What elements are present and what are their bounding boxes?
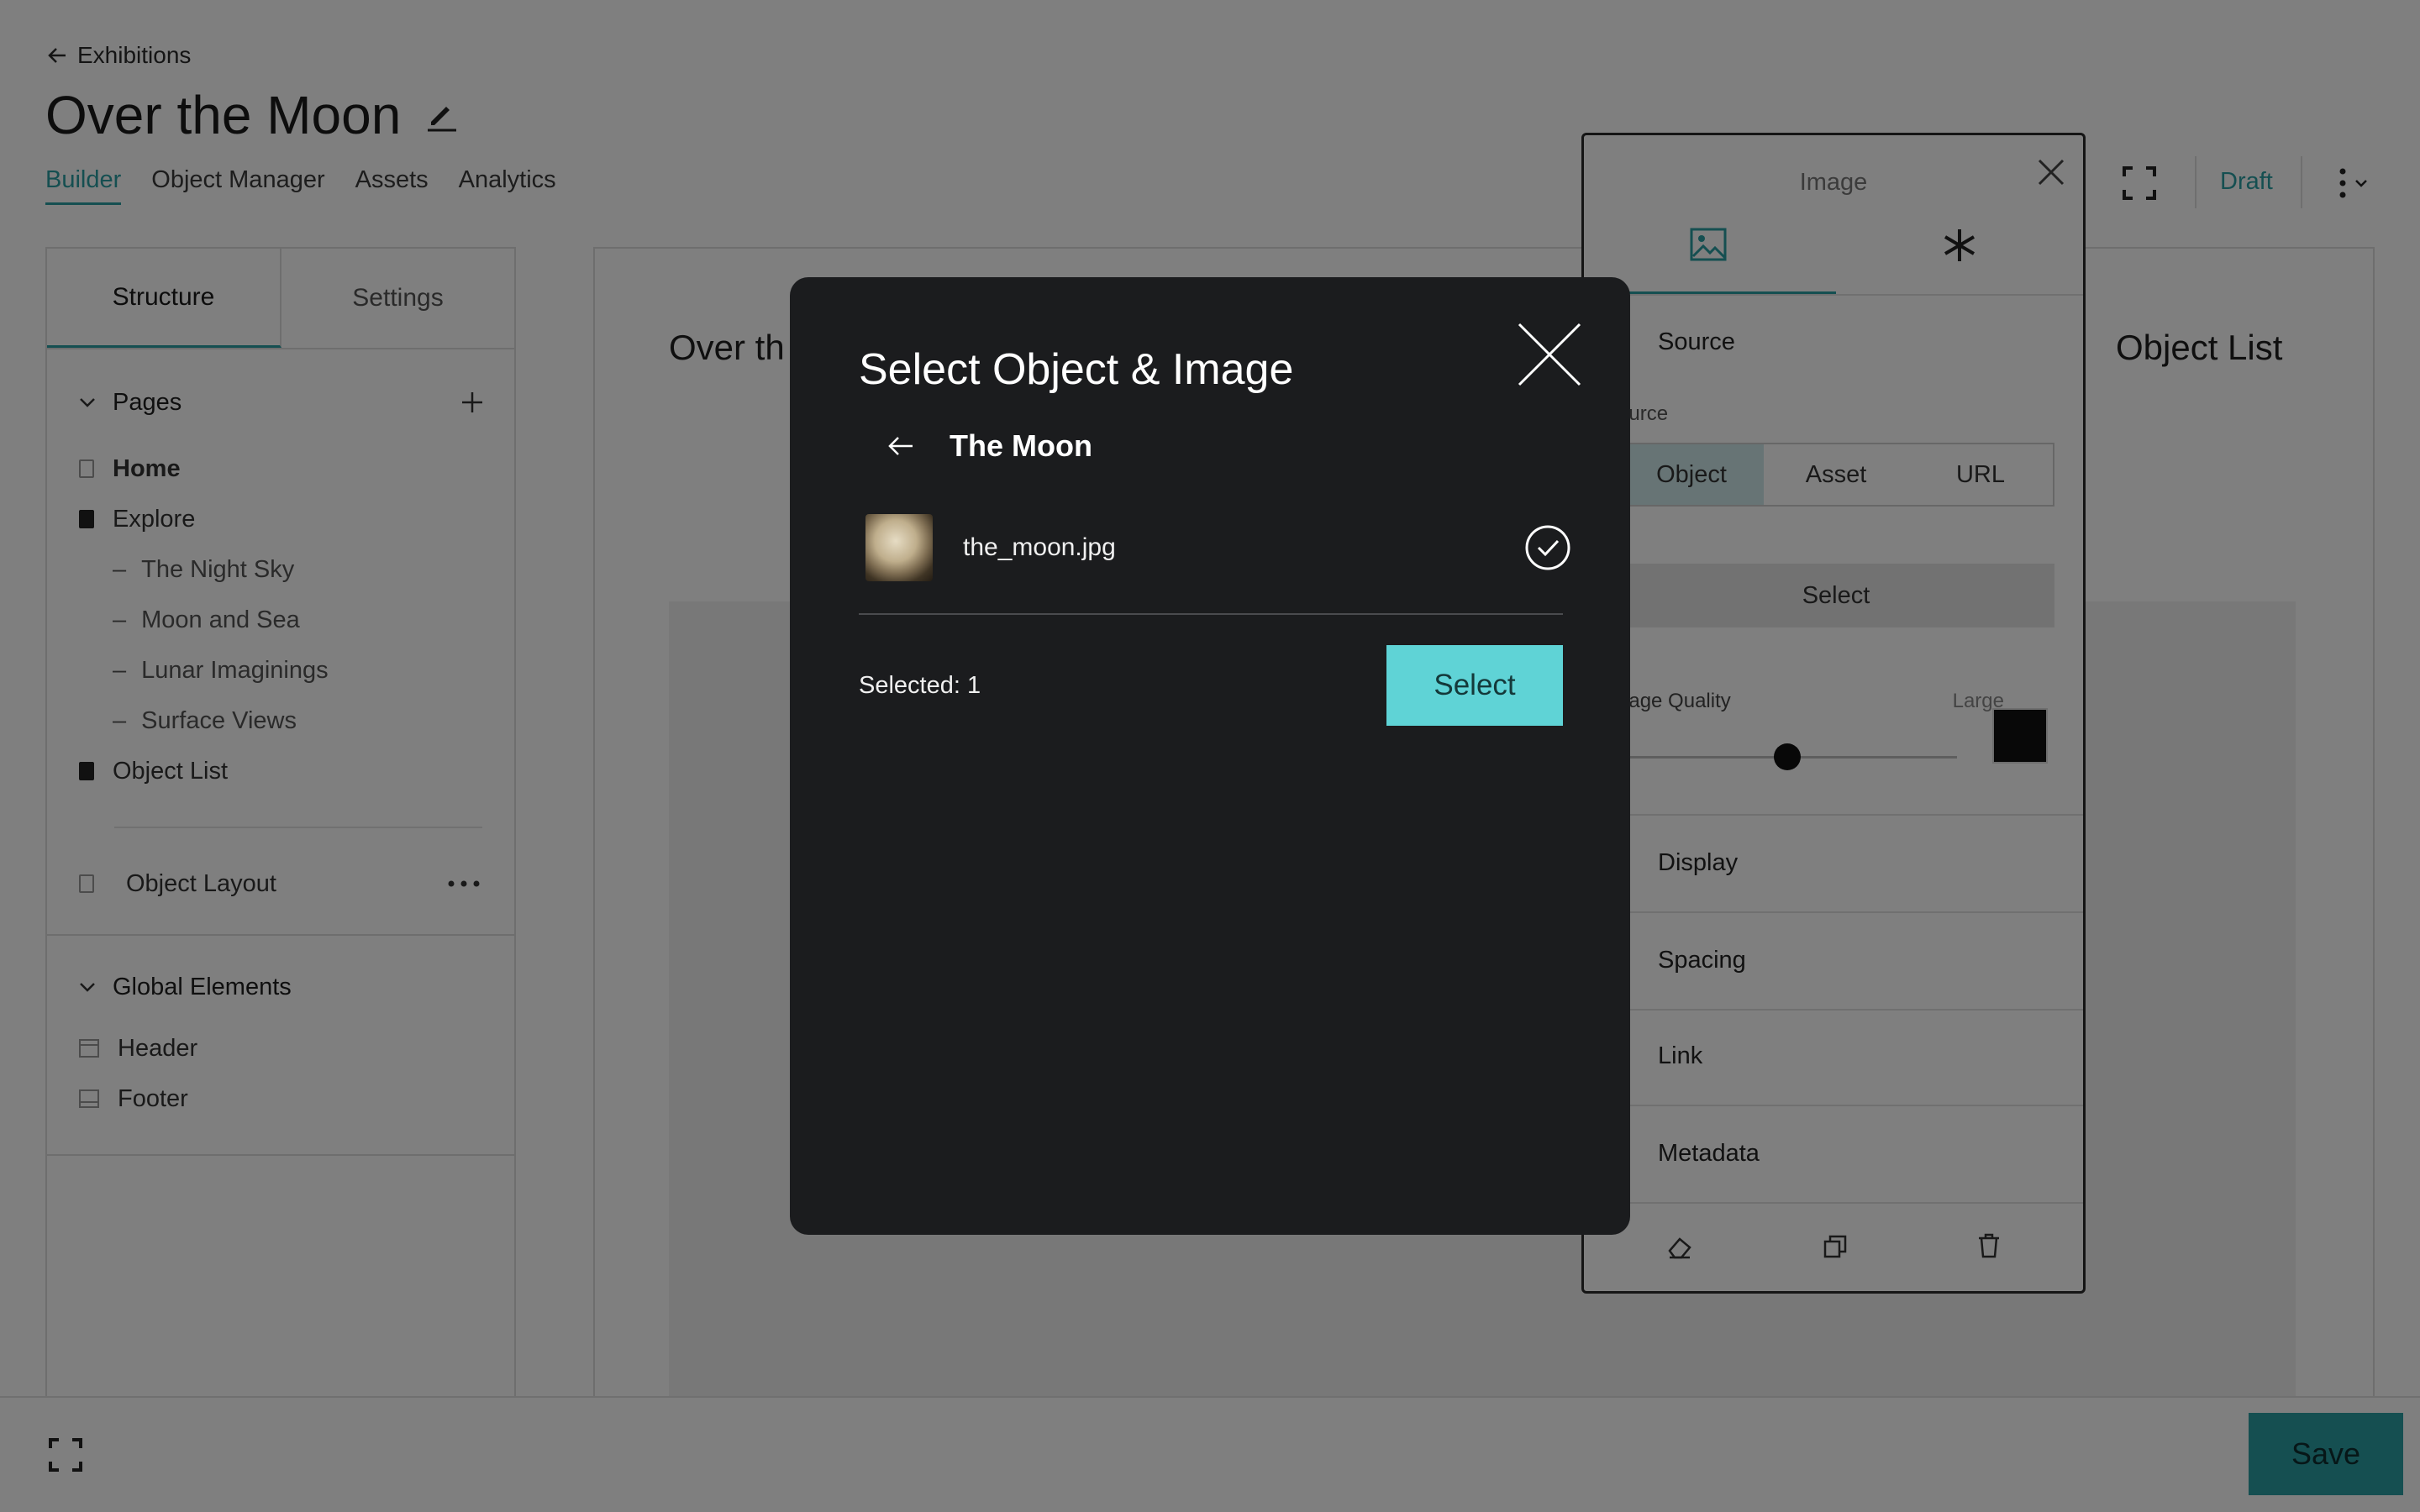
moon-thumbnail <box>865 514 933 581</box>
close-icon[interactable] <box>1516 321 1583 388</box>
file-name: the_moon.jpg <box>963 533 1116 561</box>
divider <box>859 613 1563 615</box>
select-button[interactable]: Select <box>1386 645 1563 726</box>
object-name: The Moon <box>950 428 1092 463</box>
selected-count: Selected: 1 <box>859 672 981 699</box>
select-object-image-modal: Select Object & Image The Moon the_moon.… <box>790 277 1630 1235</box>
checkmark-circle-icon[interactable] <box>1524 524 1571 571</box>
back-to-objects[interactable]: The Moon <box>887 428 1092 464</box>
arrow-left-icon[interactable] <box>887 435 914 457</box>
modal-title: Select Object & Image <box>859 345 1294 394</box>
image-list-item[interactable]: the_moon.jpg <box>865 506 1571 590</box>
